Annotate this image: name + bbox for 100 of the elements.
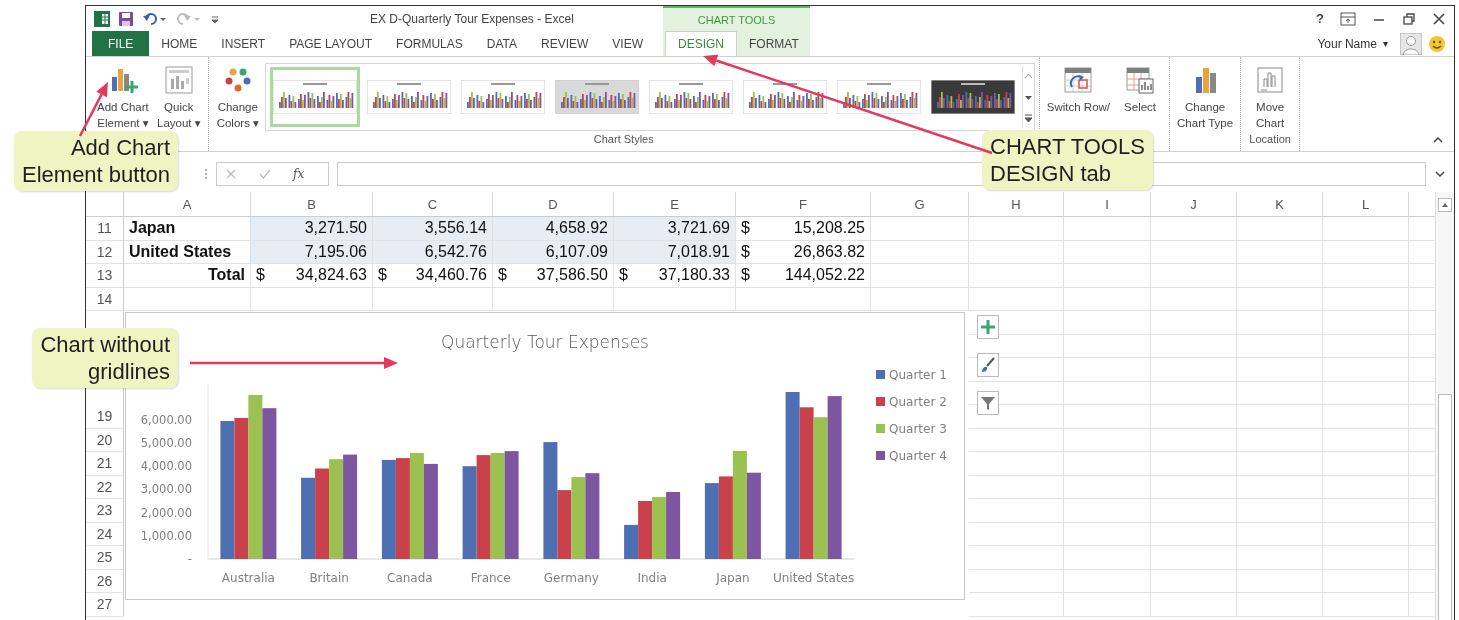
column-header[interactable]: A: [124, 192, 251, 217]
button-label: Select: [1124, 100, 1157, 115]
button-label: Add Chart Element ▾: [97, 100, 149, 131]
column-header[interactable]: H: [969, 192, 1064, 217]
row-number[interactable]: 26: [86, 569, 124, 593]
ribbon-button[interactable]: Move Chart: [1245, 61, 1296, 133]
ribbon-button[interactable]: Add Chart Element ▾: [94, 61, 152, 133]
ribbon-tab[interactable]: VIEW: [600, 31, 655, 56]
axis-label: 4,000.00: [140, 459, 192, 474]
ribbon-tab[interactable]: INSERT: [209, 31, 278, 56]
chart-bar: [666, 492, 681, 559]
cell-value: 37,586.50: [536, 266, 608, 285]
axis-label: 2,000.00: [140, 505, 192, 520]
table-cell: 6,542.76: [373, 240, 493, 264]
row-number[interactable]: 11: [86, 217, 124, 241]
table-cell: 3,721.69: [614, 217, 736, 241]
row-number[interactable]: 22: [86, 475, 124, 499]
callout-label: Chart without gridlines: [32, 328, 178, 388]
scroll-up-icon[interactable]: [1438, 198, 1452, 212]
smiley-icon[interactable]: [1428, 34, 1446, 53]
vertical-dots-icon: [204, 168, 208, 180]
row-number[interactable]: 14: [86, 287, 124, 311]
currency-symbol: $: [619, 266, 628, 285]
table-cell: 3,271.50: [251, 217, 373, 241]
cell-value: 15,208.25: [793, 219, 865, 238]
button-label: Quick Layout ▾: [157, 100, 201, 131]
callout-label: CHART TOOLS DESIGN tab: [982, 130, 1153, 190]
expand-formula-bar-icon[interactable]: [1434, 169, 1446, 179]
vertical-scrollbar[interactable]: [1435, 192, 1454, 620]
ribbon-tab[interactable]: DESIGN: [665, 31, 737, 56]
ribbon-tab[interactable]: HOME: [149, 31, 210, 56]
ribbon-tab[interactable]: PAGE LAYOUT: [277, 31, 385, 56]
quick-layout-icon: [163, 65, 194, 95]
cell-value: 34,824.63: [295, 266, 367, 285]
table-cell: Total: [124, 264, 251, 288]
column-header[interactable]: L: [1323, 192, 1409, 217]
scrollbar-thumb[interactable]: [1438, 394, 1452, 620]
ribbon-tab[interactable]: FORMULAS: [384, 31, 475, 56]
row-number[interactable]: 12: [86, 240, 124, 264]
table-cell: 7,018.91: [614, 240, 736, 264]
window-title: EX D-Quarterly Tour Expenses - Excel: [370, 11, 574, 26]
ribbon-button[interactable]: Quick Layout ▾: [153, 61, 204, 133]
row-number[interactable]: 13: [86, 264, 124, 288]
axis-label: Canada: [387, 571, 433, 585]
row-number[interactable]: 20: [86, 428, 124, 452]
account-menu-caret[interactable]: ▾: [1382, 38, 1388, 49]
user-name[interactable]: Your Name: [1317, 36, 1377, 51]
legend-label: Quarter 4: [889, 449, 947, 463]
axis-label: Britain: [309, 571, 349, 585]
column-header[interactable]: J: [1151, 192, 1237, 217]
group-label: Location: [1248, 133, 1292, 147]
help-button[interactable]: ?: [1316, 11, 1324, 26]
row-number[interactable]: 23: [86, 499, 124, 523]
row-number[interactable]: 25: [86, 546, 124, 570]
close-icon[interactable]: [1432, 11, 1446, 26]
switch-row-column-icon: [1063, 65, 1094, 95]
axis-label: India: [637, 571, 667, 585]
restore-icon[interactable]: [1402, 11, 1416, 26]
insert-function-button[interactable]: fx: [293, 167, 305, 181]
cell-value: 37,180.33: [658, 266, 730, 285]
axis-label: -: [187, 552, 192, 566]
ribbon-button[interactable]: Switch Row/: [1043, 61, 1114, 133]
plus-icon[interactable]: [977, 315, 999, 339]
ribbon-tab[interactable]: DATA: [474, 31, 529, 56]
button-label: Move Chart: [1256, 100, 1285, 131]
column-header[interactable]: F: [736, 192, 871, 217]
ribbon-button[interactable]: Change Chart Type: [1174, 61, 1237, 133]
chart-title[interactable]: Quarterly Tour Expenses: [441, 332, 649, 352]
callout-label: Add Chart Element button: [14, 131, 178, 191]
legend-label: Quarter 3: [889, 422, 947, 436]
currency-symbol: $: [256, 266, 265, 285]
paintbrush-icon[interactable]: [977, 353, 999, 377]
ribbon-button[interactable]: Select: [1115, 61, 1166, 133]
gallery-more-icon[interactable]: [1022, 111, 1034, 124]
cell-value: 34,460.76: [415, 266, 487, 285]
ribbon-tab[interactable]: FORMAT: [737, 31, 811, 56]
axis-label: Germany: [543, 571, 599, 585]
undo-icon[interactable]: [142, 10, 168, 27]
axis-label: France: [470, 571, 511, 585]
ribbon-display-options-icon[interactable]: [1340, 11, 1356, 26]
currency-symbol: $: [741, 266, 750, 285]
row-number[interactable]: 24: [86, 522, 124, 546]
currency-symbol: $: [741, 219, 750, 238]
column-header[interactable]: I: [1064, 192, 1151, 217]
row-number[interactable]: 19: [86, 405, 124, 429]
save-icon[interactable]: [118, 10, 134, 27]
collapse-ribbon-icon[interactable]: [1432, 135, 1444, 145]
legend-label: Quarter 1: [889, 368, 947, 382]
row-number[interactable]: 21: [86, 452, 124, 476]
chart-style-thumbnail[interactable]: [269, 67, 360, 127]
contextual-tab-header: CHART TOOLS: [663, 6, 810, 31]
select-data-icon: [1125, 65, 1156, 95]
filter-icon[interactable]: [977, 391, 999, 415]
ribbon-button[interactable]: Change Colors ▾: [212, 61, 263, 133]
file-tab[interactable]: FILE: [92, 31, 150, 56]
ribbon-tab[interactable]: REVIEW: [529, 31, 601, 56]
column-header[interactable]: K: [1237, 192, 1323, 217]
row-number[interactable]: 27: [86, 593, 124, 617]
column-header[interactable]: G: [871, 192, 969, 217]
currency-symbol: $: [498, 266, 507, 285]
